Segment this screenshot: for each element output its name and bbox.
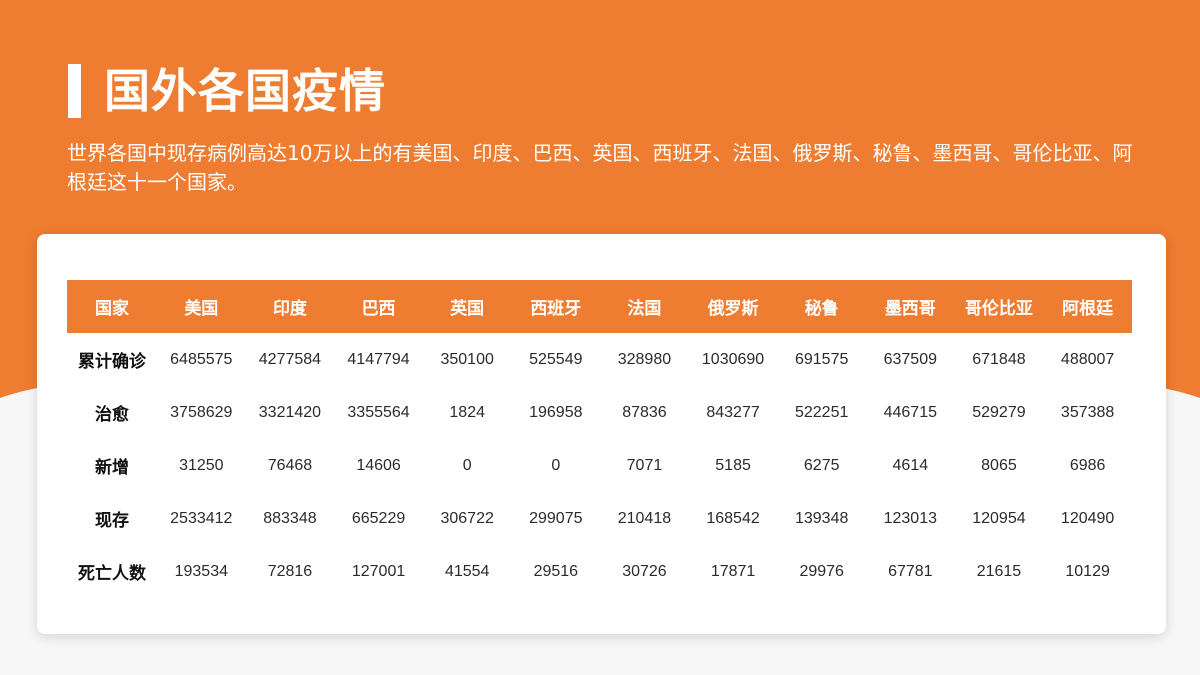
table-header-row: 国家 美国 印度 巴西 英国 西班牙 法国 俄罗斯 秘鲁 墨西哥 哥伦比亚 阿根… <box>67 280 1132 333</box>
header-cell: 秘鲁 <box>804 299 839 319</box>
table-cell: 210418 <box>617 509 672 527</box>
table-cell: 637509 <box>883 350 937 368</box>
table-row: 现存 2533412 883348 665229 306722 299075 2… <box>67 492 1132 545</box>
header-cell: 阿根廷 <box>1062 299 1114 319</box>
header-cell: 法国 <box>627 299 662 319</box>
table-cell: 193534 <box>174 562 228 580</box>
header-cell: 俄罗斯 <box>707 299 759 319</box>
table-cell: 357388 <box>1060 403 1115 421</box>
table-cell: 3321420 <box>258 403 322 421</box>
table-cell: 306722 <box>440 509 494 527</box>
table-cell: 87836 <box>622 403 667 421</box>
header-cell: 墨西哥 <box>884 299 936 319</box>
table-cell: 120490 <box>1060 509 1115 527</box>
header-cell: 国家 <box>95 299 129 319</box>
table-cell: 196958 <box>529 403 583 421</box>
table-row: 死亡人数 193534 72816 127001 41554 29516 307… <box>67 545 1132 598</box>
table-cell: 67781 <box>888 562 933 580</box>
table-cell: 1824 <box>449 403 485 421</box>
table-cell: 299075 <box>529 509 583 527</box>
header-cell: 哥伦比亚 <box>964 299 1033 319</box>
page-subtitle: 世界各国中现存病例高达10万以上的有美国、印度、巴西、英国、西班牙、法国、俄罗斯… <box>67 141 1133 194</box>
table-cell: 30726 <box>622 562 667 580</box>
header-cell: 西班牙 <box>530 299 582 319</box>
table-cell: 72816 <box>267 562 313 580</box>
table-cell: 883348 <box>263 509 317 527</box>
table-cell: 29516 <box>533 562 579 580</box>
table-cell: 6275 <box>803 456 840 474</box>
table-cell: 31250 <box>179 456 224 474</box>
table-row: 治愈 3758629 3321420 3355564 1824 196958 8… <box>67 386 1132 439</box>
table-cell: 3758629 <box>170 403 233 421</box>
table-cell: 328980 <box>617 350 672 368</box>
table-row: 累计确诊 6485575 4277584 4147794 350100 5255… <box>67 333 1132 386</box>
table-cell: 0 <box>551 456 561 474</box>
table-cell: 8065 <box>981 456 1017 474</box>
table-cell: 4614 <box>892 456 929 474</box>
table-cell: 3355564 <box>347 403 410 421</box>
row-label: 现存 <box>95 511 129 531</box>
page-title: 国外各国疫情 <box>104 64 386 118</box>
table-cell: 843277 <box>706 403 760 421</box>
table-cell: 120954 <box>972 509 1026 527</box>
table-cell: 665229 <box>351 509 406 527</box>
table-cell: 446715 <box>883 403 937 421</box>
data-card: 国家 美国 印度 巴西 英国 西班牙 法国 俄罗斯 秘鲁 墨西哥 哥伦比亚 阿根… <box>37 234 1166 634</box>
table-cell: 127001 <box>351 562 406 580</box>
header-cell: 印度 <box>272 299 307 319</box>
table-cell: 10129 <box>1065 562 1110 580</box>
table-cell: 21615 <box>976 562 1022 580</box>
table-cell: 6986 <box>1069 456 1106 474</box>
table-cell: 525549 <box>529 350 583 368</box>
table-cell: 76468 <box>267 456 313 474</box>
table-cell: 0 <box>462 456 472 474</box>
table-cell: 41554 <box>444 562 490 580</box>
table-cell: 6485575 <box>170 350 233 368</box>
table-cell: 17871 <box>710 562 756 580</box>
table-cell: 2533412 <box>170 509 233 527</box>
table-cell: 29976 <box>799 562 844 580</box>
table-cell: 529279 <box>972 403 1026 421</box>
table-cell: 7071 <box>626 456 663 474</box>
header-cell: 巴西 <box>361 299 396 319</box>
row-label: 治愈 <box>95 405 129 425</box>
table-cell: 4147794 <box>347 350 410 368</box>
table-cell: 1030690 <box>701 350 765 368</box>
table-row: 新增 31250 76468 14606 0 0 7071 5185 6275 … <box>67 439 1132 492</box>
table-cell: 350100 <box>440 350 494 368</box>
table-cell: 168542 <box>706 509 760 527</box>
header-cell: 英国 <box>450 299 485 319</box>
table-cell: 123013 <box>883 509 937 527</box>
table-cell: 671848 <box>972 350 1026 368</box>
title-accent-bar <box>68 64 81 118</box>
epidemic-table: 国家 美国 印度 巴西 英国 西班牙 法国 俄罗斯 秘鲁 墨西哥 哥伦比亚 阿根… <box>67 280 1132 598</box>
row-label: 新增 <box>95 458 129 478</box>
table-cell: 522251 <box>794 403 849 421</box>
header-cell: 美国 <box>184 299 219 319</box>
row-label: 累计确诊 <box>78 352 146 372</box>
table-cell: 691575 <box>794 350 849 368</box>
table-cell: 139348 <box>794 509 849 527</box>
table-cell: 5185 <box>715 456 751 474</box>
table-cell: 488007 <box>1060 350 1115 368</box>
table-cell: 4277584 <box>258 350 322 368</box>
table-cell: 14606 <box>356 456 401 474</box>
row-label: 死亡人数 <box>78 564 146 584</box>
